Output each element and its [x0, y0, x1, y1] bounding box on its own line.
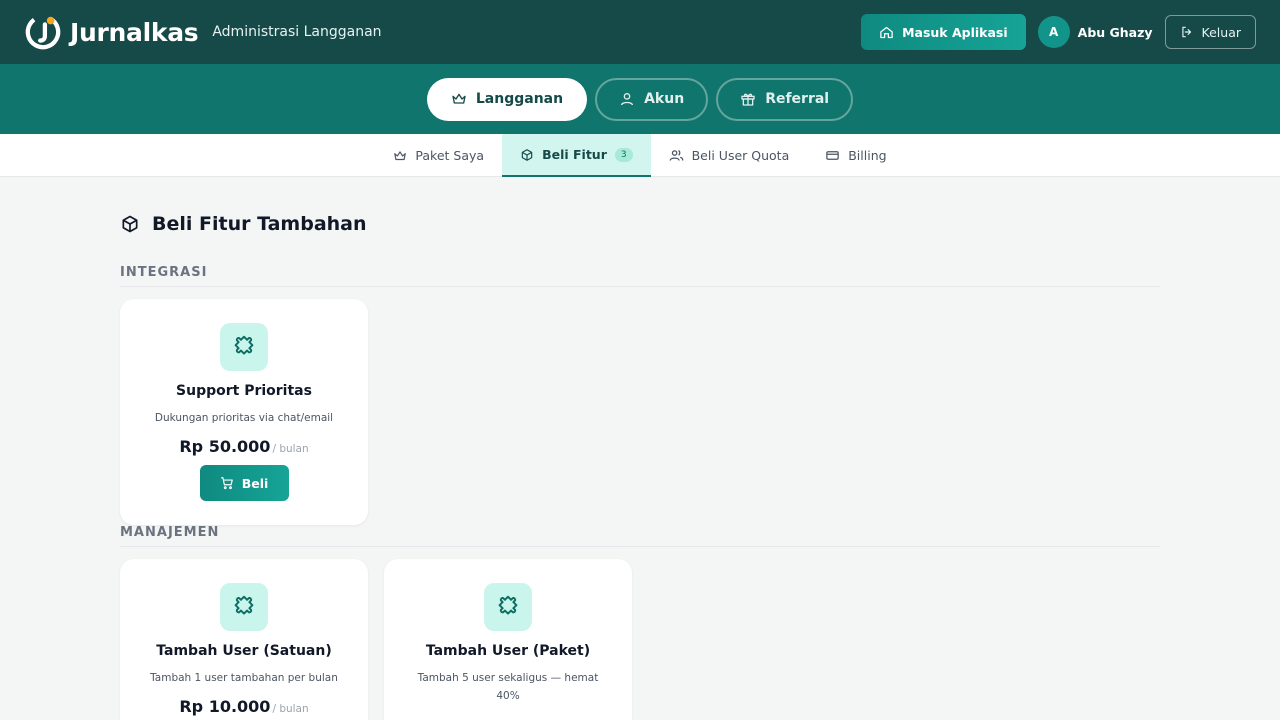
logo[interactable]: Jurnalkas [24, 13, 199, 51]
keluar-button[interactable]: Keluar [1164, 15, 1256, 49]
tab-langganan-label: Langganan [475, 91, 564, 107]
price-period: / bulan [272, 703, 309, 715]
logo-mark-icon [25, 14, 61, 50]
subtab-billing[interactable]: Billing [807, 134, 904, 177]
count-badge: 3 [614, 147, 633, 162]
avatar[interactable]: A [1037, 16, 1070, 48]
beli-label: Beli [241, 475, 269, 491]
subtab-beli-fitur-label: Beli Fitur [542, 147, 607, 162]
logout-icon [1181, 26, 1191, 38]
card-title: Support Prioritas [176, 383, 312, 399]
card-desc: Tambah 1 user tambahan per bulan [150, 672, 338, 684]
tab-referral[interactable]: Referral [716, 77, 854, 121]
cart-icon [220, 477, 233, 490]
page-title-text: Beli Fitur Tambahan [152, 213, 367, 235]
card-desc: Dukungan prioritas via chat/email [154, 412, 334, 424]
card-title: Tambah User (Satuan) [156, 643, 332, 659]
tab-akun[interactable]: Akun [595, 77, 709, 121]
price-row: Rp 10.000 / bulan [179, 697, 308, 716]
home-icon [880, 26, 893, 38]
group-integrasi: INTEGRASI Support Prioritas Dukungan pri… [120, 265, 1160, 525]
logo-text: Jurnalkas [70, 17, 199, 47]
keluar-label: Keluar [1201, 24, 1241, 40]
card-list: Tambah User (Satuan) Tambah 1 user tamba… [120, 559, 1160, 720]
feature-card: Support Prioritas Dukungan prioritas via… [120, 299, 368, 525]
credit-card-icon [826, 151, 839, 160]
tab-referral-label: Referral [765, 91, 830, 107]
price: Rp 50.000 [179, 437, 271, 456]
card-title: Tambah User (Paket) [425, 643, 591, 659]
price: Rp 10.000 [179, 697, 271, 716]
sub-tabs: Paket Saya Beli Fitur 3 Beli User Quota … [0, 134, 1280, 177]
users-icon [669, 150, 683, 161]
crown-icon [394, 150, 407, 160]
main-content: Beli Fitur Tambahan INTEGRASI Support Pr… [120, 210, 1160, 720]
price-period: / bulan [272, 443, 309, 455]
puzzle-icon [220, 323, 268, 371]
subtab-beli-user-quota[interactable]: Beli User Quota [651, 134, 808, 177]
card-list: Support Prioritas Dukungan prioritas via… [120, 299, 1160, 525]
group-label: MANAJEMEN [120, 525, 1160, 547]
tab-langganan[interactable]: Langganan [426, 77, 588, 121]
subtab-paket-saya-label: Paket Saya [415, 148, 485, 163]
box-icon [122, 215, 138, 233]
feature-card: Tambah User (Paket) Tambah 5 user sekali… [384, 559, 632, 720]
puzzle-icon [484, 583, 532, 631]
user-name[interactable]: Abu Ghazy [1078, 25, 1153, 40]
box-icon [521, 148, 533, 161]
masuk-aplikasi-label: Masuk Aplikasi [902, 24, 1008, 40]
page-title: Beli Fitur Tambahan [120, 210, 1160, 238]
tab-akun-label: Akun [644, 91, 685, 107]
main-tabs: Langganan Akun Referral [0, 64, 1280, 134]
group-manajemen: MANAJEMEN Tambah User (Satuan) Tambah 1 … [120, 525, 1160, 720]
header-subtitle: Administrasi Langganan [212, 24, 382, 40]
beli-button[interactable]: Beli [199, 465, 289, 501]
subtab-billing-label: Billing [848, 148, 887, 163]
crown-icon [452, 93, 466, 104]
price-row: Rp 50.000 / bulan [179, 437, 308, 456]
gift-icon [741, 93, 755, 106]
user-icon [621, 93, 634, 106]
group-label: INTEGRASI [120, 265, 1160, 287]
subtab-paket-saya[interactable]: Paket Saya [375, 134, 502, 177]
puzzle-icon [220, 583, 268, 631]
masuk-aplikasi-button[interactable]: Masuk Aplikasi [861, 14, 1026, 50]
subtab-beli-user-quota-label: Beli User Quota [691, 148, 790, 163]
feature-card: Tambah User (Satuan) Tambah 1 user tamba… [120, 559, 368, 720]
subtab-beli-fitur[interactable]: Beli Fitur 3 [502, 134, 651, 177]
top-header: Jurnalkas Administrasi Langganan Masuk A… [0, 0, 1280, 64]
card-desc: Tambah 5 user sekaligus — hemat 40% [417, 672, 599, 702]
